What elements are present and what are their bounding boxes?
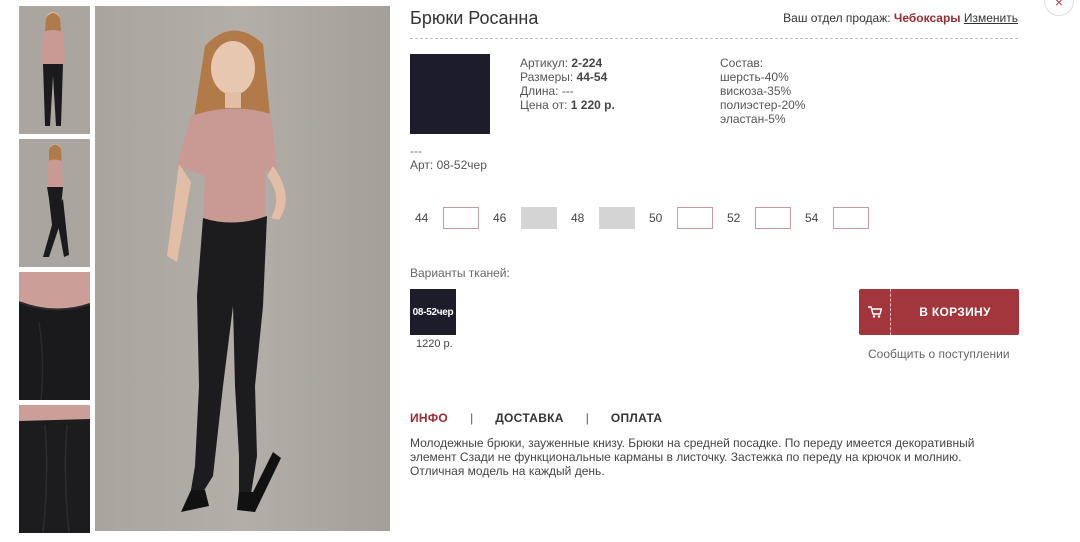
product-specs: Артикул: 2-224 Размеры: 44-54 Длина: ---… [520,56,615,112]
size-label: 50 [649,211,663,225]
composition-label: Состав: [720,56,764,70]
add-to-cart-button[interactable]: В КОРЗИНУ [859,289,1019,335]
fabric-variants-label: Варианты тканей: [410,266,510,280]
change-region-link[interactable]: Изменить [964,11,1018,25]
thumbnail-4[interactable] [19,405,90,533]
tab-payment[interactable]: ОПЛАТА [611,411,663,425]
spec-length: Длина: --- [520,84,574,98]
info-tabs: ИНФО | ДОСТАВКА | ОПЛАТА [410,411,662,425]
add-to-cart-label: В КОРЗИНУ [919,305,991,319]
size-label: 54 [805,211,819,225]
page-title: Брюки Росанна [410,8,539,28]
divider [410,38,1018,39]
thumbnail-image [19,6,90,134]
size-option: 44 [415,207,479,229]
model-image [95,6,390,531]
variant-placeholder: --- [410,144,422,158]
sales-region: Ваш отдел продаж: Чебоксары Изменить [783,11,1018,25]
size-quantity-grid: 44 46 48 50 52 54 [415,207,883,229]
fabric-swatch-preview [410,54,490,134]
fabric-variant-tile[interactable]: 08-52чер [410,289,456,335]
variant-article: Арт: 08-52чер [410,158,487,172]
spec-sizes: Размеры: 44-54 [520,70,608,84]
size-quantity-input[interactable] [833,207,869,229]
size-label: 46 [493,211,507,225]
thumbnail-list [19,6,90,538]
composition-item: вискоза-35% [720,84,792,98]
size-quantity-input [521,207,557,229]
tab-separator: | [585,411,589,425]
tab-separator: | [470,411,474,425]
region-city: Чебоксары [893,11,961,25]
size-option: 54 [805,207,869,229]
size-label: 44 [415,211,429,225]
close-icon: × [1054,0,1064,10]
thumbnail-image [19,405,90,533]
fabric-variant-price: 1220 р. [416,338,453,350]
tab-info[interactable]: ИНФО [410,411,448,425]
thumbnail-image [19,272,90,400]
size-label: 52 [727,211,741,225]
product-composition: Состав: шерсть-40% вискоза-35% полиэстер… [720,56,805,126]
main-product-photo[interactable] [95,6,390,531]
size-option: 46 [493,207,557,229]
thumbnail-1[interactable] [19,6,90,134]
cart-icon [859,289,891,335]
composition-item: шерсть-40% [720,70,789,84]
composition-item: полиэстер-20% [720,98,806,112]
region-label: Ваш отдел продаж: [783,11,891,25]
size-option: 48 [571,207,635,229]
thumbnail-image [19,139,90,267]
thumbnail-3[interactable] [19,272,90,400]
size-quantity-input[interactable] [755,207,791,229]
tab-delivery[interactable]: ДОСТАВКА [495,411,564,425]
size-option: 50 [649,207,713,229]
size-label: 48 [571,211,585,225]
product-description: Молодежные брюки, зауженные книзу. Брюки… [410,436,975,478]
spec-article: Артикул: 2-224 [520,56,603,70]
size-quantity-input [599,207,635,229]
size-option: 52 [727,207,791,229]
size-quantity-input[interactable] [677,207,713,229]
thumbnail-2[interactable] [19,139,90,267]
close-button[interactable]: × [1044,0,1074,16]
size-quantity-input[interactable] [443,207,479,229]
notify-restock-link[interactable]: Сообщить о поступлении [868,347,1010,361]
composition-item: эластан-5% [720,112,786,126]
spec-price: Цена от: 1 220 р. [520,98,615,112]
